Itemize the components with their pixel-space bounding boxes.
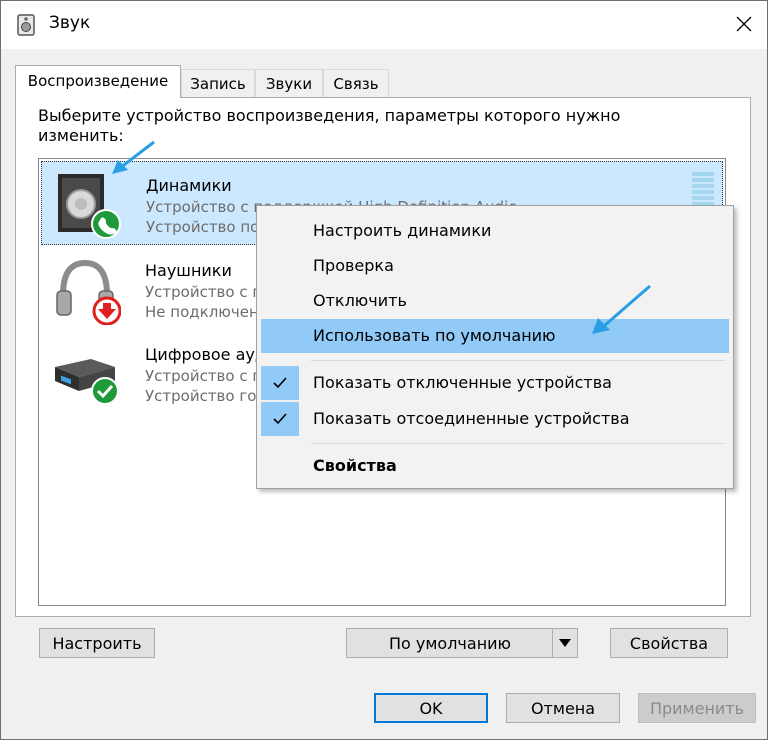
menu-separator bbox=[311, 443, 725, 444]
triangle-down-icon bbox=[559, 639, 571, 647]
window-title: Звук bbox=[49, 13, 91, 33]
ok-button[interactable]: OK bbox=[374, 693, 488, 723]
set-default-label: По умолчанию bbox=[388, 633, 512, 653]
properties-button[interactable]: Свойства bbox=[610, 628, 728, 658]
speaker-icon bbox=[58, 174, 121, 239]
menu-item-label: Показать отсоединенные устройства bbox=[313, 409, 630, 428]
checkmark-icon bbox=[261, 402, 299, 436]
tab-recording[interactable]: Запись bbox=[181, 69, 255, 97]
annotation-arrow-icon bbox=[112, 140, 155, 174]
menu-item-label: Проверка bbox=[313, 256, 394, 275]
apply-button[interactable]: Применить bbox=[638, 693, 756, 723]
checkmark-icon bbox=[261, 366, 299, 400]
menu-item-set-as-default[interactable]: Использовать по умолчанию bbox=[261, 319, 729, 353]
menu-item-label: Показать отключенные устройства bbox=[313, 373, 612, 392]
configure-button[interactable]: Настроить bbox=[39, 628, 155, 658]
device-name: Динамики bbox=[146, 176, 232, 195]
tab-sounds[interactable]: Звуки bbox=[255, 69, 323, 97]
title-bar: Звук bbox=[1, 1, 767, 49]
menu-item-properties[interactable]: Свойства bbox=[261, 449, 729, 483]
tab-communications[interactable]: Связь bbox=[323, 69, 389, 97]
menu-item-label: Настроить динамики bbox=[313, 221, 492, 240]
close-button[interactable] bbox=[721, 1, 767, 47]
set-default-button[interactable]: По умолчанию bbox=[346, 628, 578, 658]
menu-item-configure-speakers[interactable]: Настроить динамики bbox=[261, 214, 729, 248]
device-status: Не подключено bbox=[145, 303, 268, 321]
speaker-title-icon bbox=[17, 14, 35, 36]
set-default-dropdown[interactable] bbox=[552, 629, 577, 657]
device-name: Наушники bbox=[145, 261, 232, 280]
annotation-arrow-icon bbox=[592, 284, 651, 334]
digital-audio-icon bbox=[55, 359, 119, 405]
menu-item-disable[interactable]: Отключить bbox=[261, 284, 729, 318]
close-icon bbox=[736, 16, 752, 32]
menu-item-test[interactable]: Проверка bbox=[261, 249, 729, 283]
menu-item-show-disconnected[interactable]: Показать отсоединенные устройства bbox=[261, 402, 729, 436]
headphones-icon bbox=[56, 259, 121, 325]
menu-item-label: Использовать по умолчанию bbox=[313, 326, 556, 345]
menu-item-label: Свойства bbox=[313, 456, 397, 475]
cancel-button[interactable]: Отмена bbox=[506, 693, 620, 723]
menu-item-label: Отключить bbox=[313, 291, 407, 310]
menu-separator bbox=[311, 360, 725, 361]
tab-playback[interactable]: Воспроизведение bbox=[15, 65, 181, 98]
context-menu: Настроить динамики Проверка Отключить Ис… bbox=[256, 205, 734, 489]
menu-item-show-disabled[interactable]: Показать отключенные устройства bbox=[261, 366, 729, 400]
